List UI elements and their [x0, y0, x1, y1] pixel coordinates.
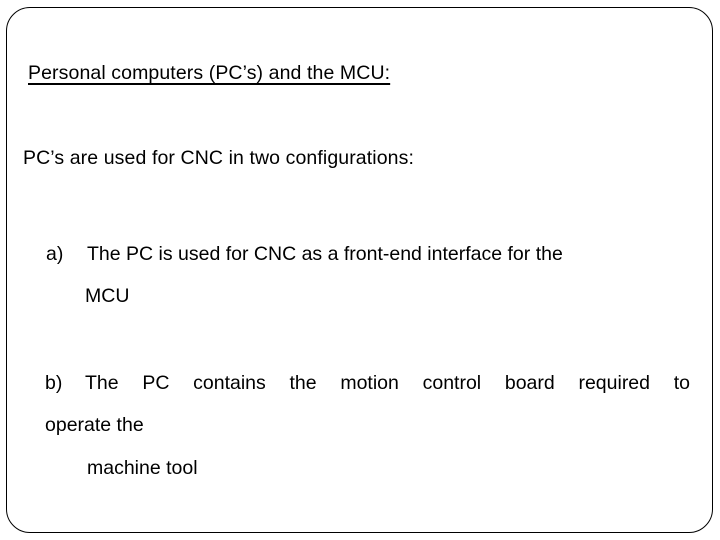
slide-heading: Personal computers (PC’s) and the MCU: [28, 62, 391, 84]
list-item-b-line2: operate the [45, 414, 144, 436]
list-item-b: b) The PC contains the motion control boa… [45, 362, 691, 404]
list-item-b-line1: The PC contains the motion control board… [85, 372, 690, 394]
list-item-a-marker: a) [46, 243, 64, 265]
list-item-a-line2: MCU [85, 285, 130, 307]
list-item-a: a) The PC is used for CNC as a front-end … [46, 233, 691, 275]
intro-text: PC’s are used for CNC in two configurati… [23, 147, 414, 169]
list-item-b-marker: b) [45, 372, 63, 394]
slide-canvas: Personal computers (PC’s) and the MCU: P… [0, 0, 720, 540]
list-item-b-line3: machine tool [87, 457, 198, 479]
slide-content: Personal computers (PC’s) and the MCU: P… [0, 0, 720, 540]
list-item-a-line1: The PC is used for CNC as a front-end in… [87, 243, 563, 265]
